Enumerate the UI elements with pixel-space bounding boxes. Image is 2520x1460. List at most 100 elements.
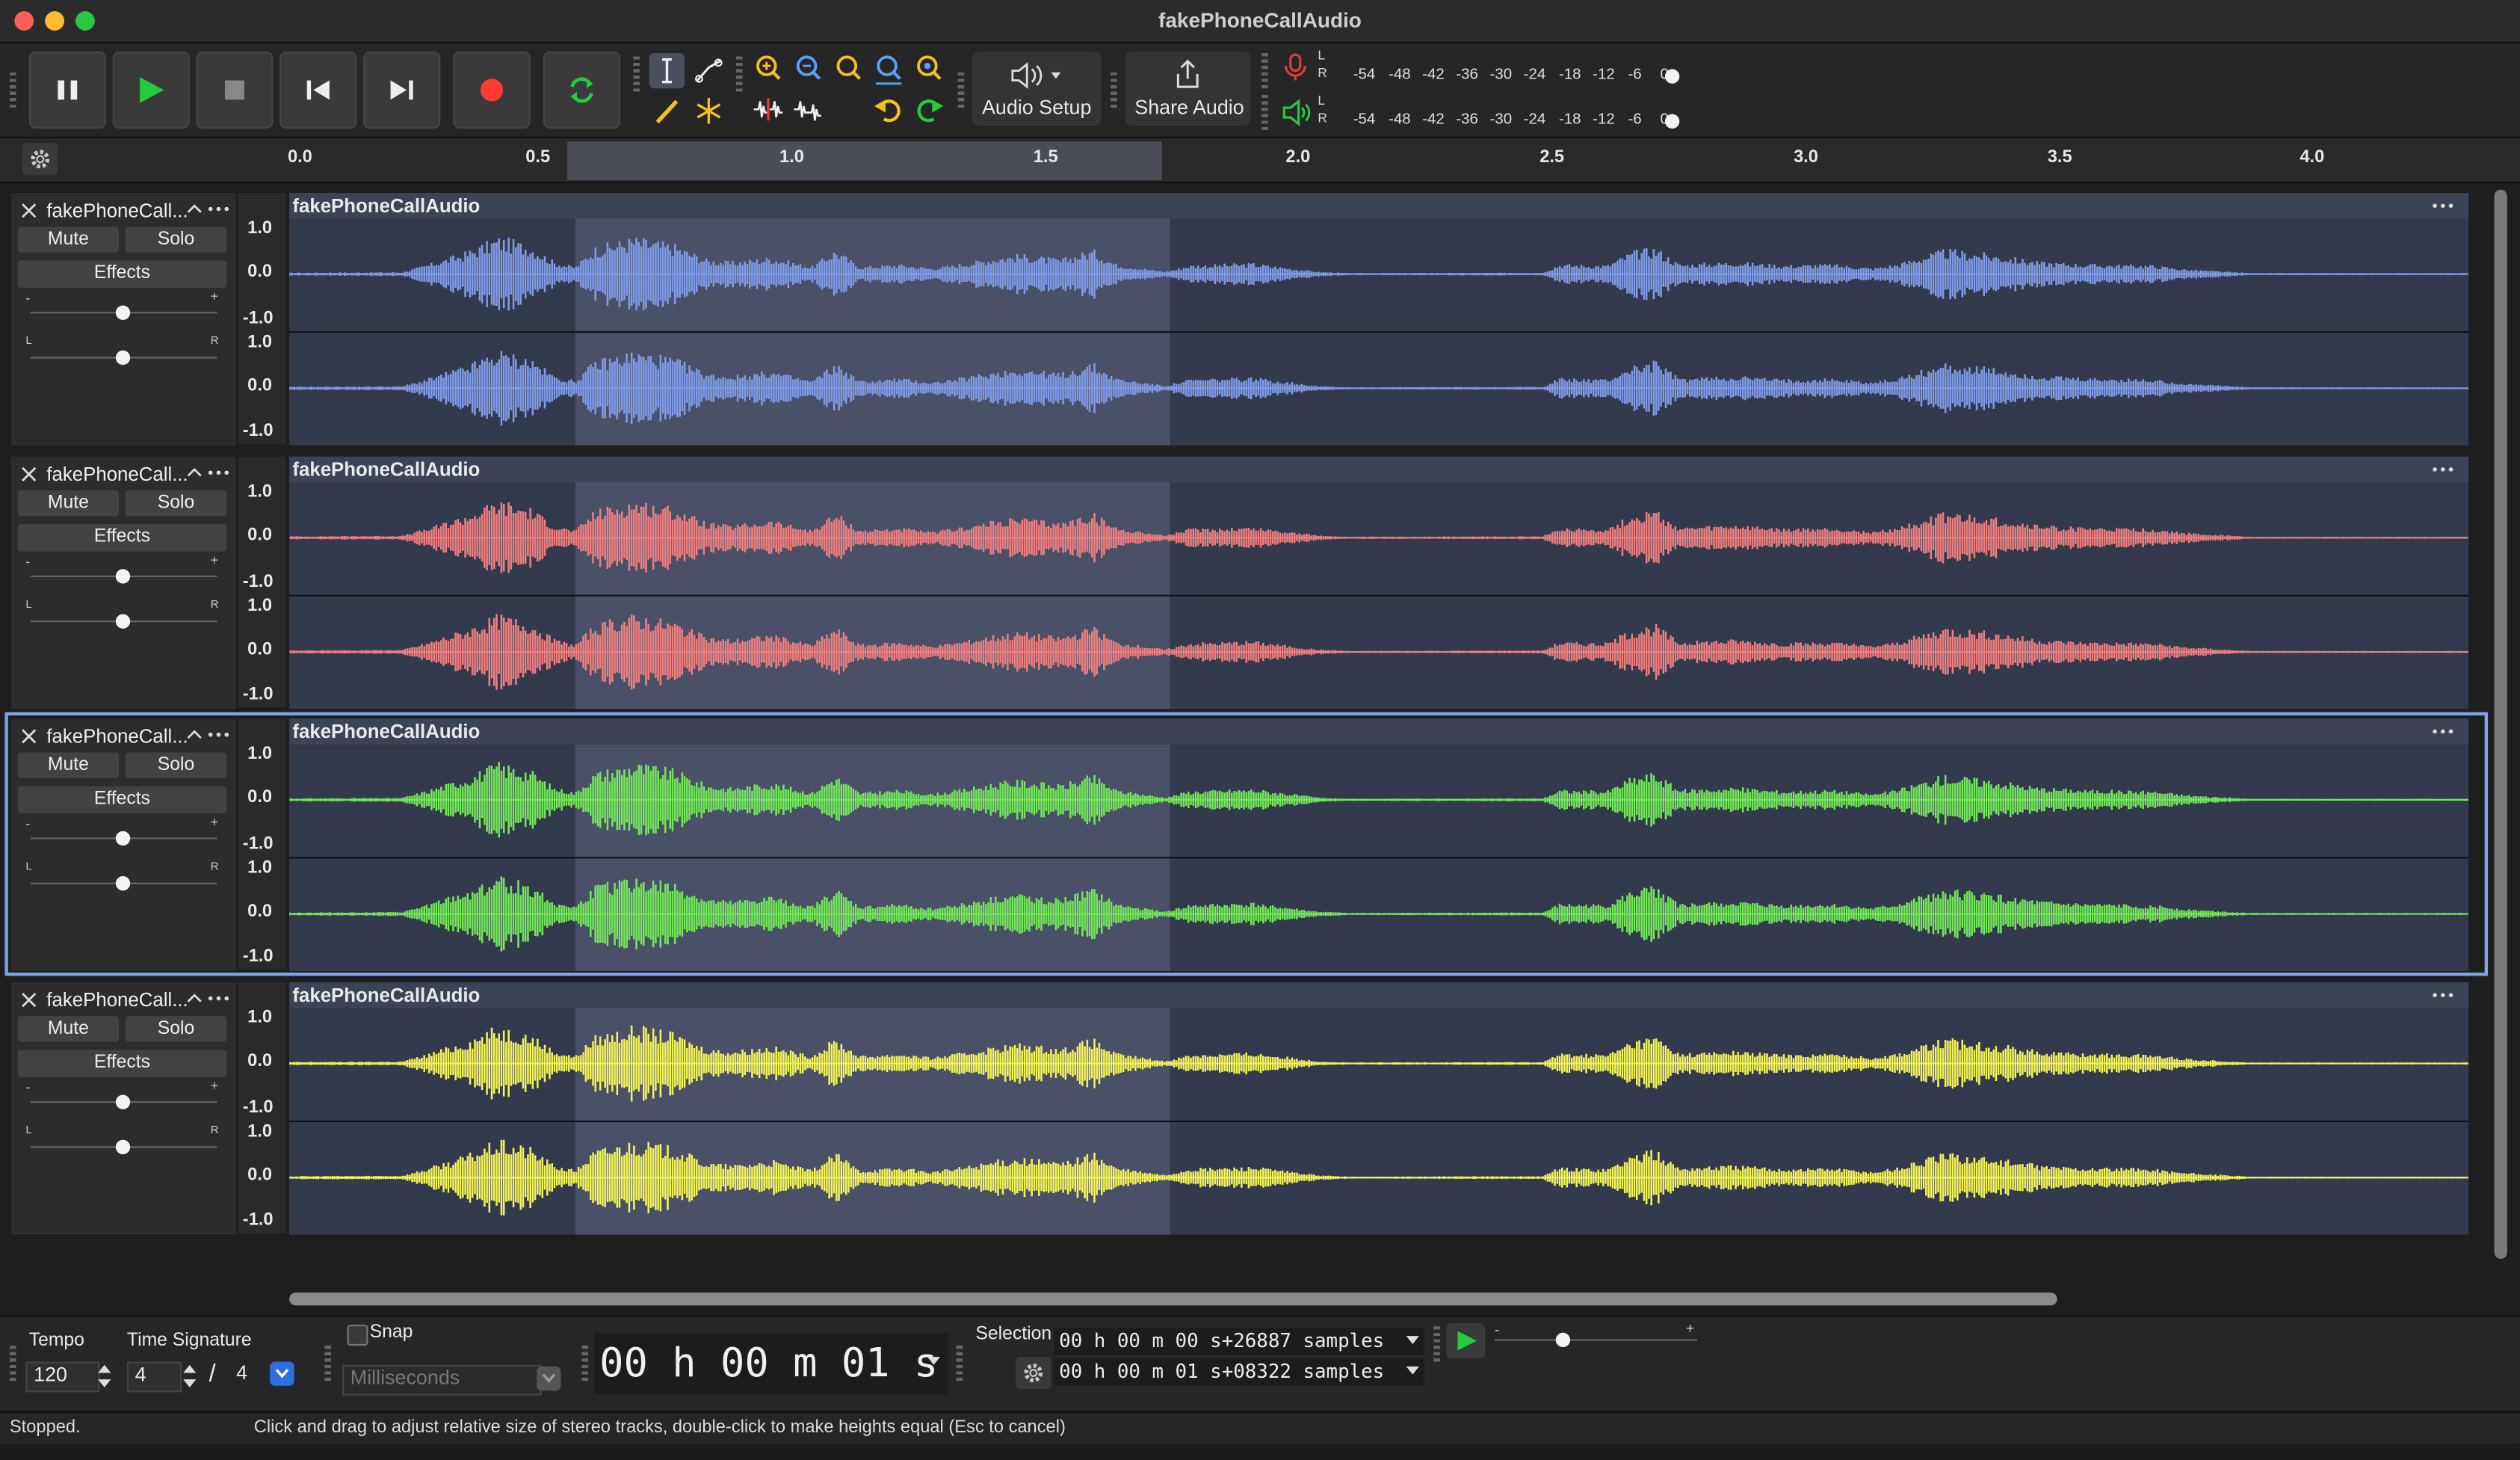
- clip-header[interactable]: fakePhoneCallAudio: [289, 456, 2469, 483]
- close-track-icon[interactable]: [21, 466, 37, 483]
- gain-min-label: -: [25, 816, 31, 831]
- axis-label: 1.0: [247, 218, 273, 238]
- selection-grip[interactable]: [956, 1345, 963, 1382]
- track-name[interactable]: fakePhoneCall...: [46, 200, 188, 222]
- horizontal-scrollbar[interactable]: [289, 1293, 2057, 1306]
- clip-header[interactable]: fakePhoneCallAudio: [289, 718, 2469, 745]
- audio-clip[interactable]: fakePhoneCallAudio: [289, 982, 2469, 1235]
- mute-button[interactable]: Mute: [17, 1016, 120, 1042]
- waveform-right-channel[interactable]: [289, 333, 2469, 443]
- close-track-icon[interactable]: [21, 728, 37, 745]
- solo-button[interactable]: Solo: [125, 227, 227, 253]
- pan-slider-knob[interactable]: [115, 1139, 131, 1155]
- selection-options-button[interactable]: [1016, 1357, 1051, 1390]
- waveform-left-channel[interactable]: [289, 218, 2469, 329]
- track-name[interactable]: fakePhoneCall...: [46, 989, 188, 1011]
- chevron-down-icon[interactable]: [1405, 1365, 1421, 1378]
- track-menu-icon[interactable]: [207, 994, 229, 1003]
- track-control-panel[interactable]: fakePhoneCall... Mute Solo Effects - + L…: [11, 718, 237, 971]
- waveform-right-channel[interactable]: [289, 1122, 2469, 1233]
- pan-slider-knob[interactable]: [115, 614, 131, 629]
- audio-clip[interactable]: fakePhoneCallAudio: [289, 193, 2469, 446]
- selection-end-field[interactable]: 00 h 00 m 01 s+08322 samples: [1054, 1358, 1424, 1386]
- snap-grip[interactable]: [324, 1345, 332, 1382]
- clip-header[interactable]: fakePhoneCallAudio: [289, 982, 2469, 1008]
- pan-left-label: L: [25, 336, 32, 348]
- mute-button[interactable]: Mute: [17, 490, 120, 517]
- chevron-down-icon[interactable]: [1405, 1334, 1421, 1347]
- solo-button[interactable]: Solo: [125, 752, 227, 778]
- effects-button[interactable]: Effects: [17, 524, 227, 552]
- time-grip[interactable]: [581, 1345, 589, 1382]
- gain-slider-knob[interactable]: [115, 831, 131, 846]
- track-menu-icon[interactable]: [207, 204, 229, 214]
- waveform-left-channel[interactable]: [289, 482, 2469, 593]
- track-menu-icon[interactable]: [207, 730, 229, 739]
- audio-track[interactable]: fakePhoneCall... Mute Solo Effects - + L…: [7, 979, 2485, 1236]
- play-at-speed-button[interactable]: [1446, 1322, 1486, 1359]
- solo-button[interactable]: Solo: [125, 1016, 227, 1042]
- track-control-panel[interactable]: fakePhoneCall... Mute Solo Effects - + L…: [11, 193, 237, 446]
- playback-meter[interactable]: -54-48-42-36-30-24-18-12-60: [0, 101, 2520, 136]
- vertical-scrollbar[interactable]: [2494, 189, 2507, 1259]
- selection-start-field[interactable]: 00 h 00 m 00 s+26887 samples: [1054, 1328, 1424, 1355]
- audio-clip[interactable]: fakePhoneCallAudio: [289, 456, 2469, 709]
- track-menu-icon[interactable]: [207, 468, 229, 478]
- track-name[interactable]: fakePhoneCall...: [46, 463, 188, 485]
- time-display[interactable]: 00 h 00 m 01 s: [594, 1332, 948, 1394]
- clip-menu-icon[interactable]: [2432, 464, 2454, 474]
- clip-header[interactable]: fakePhoneCallAudio: [289, 193, 2469, 219]
- play-at-speed-grip[interactable]: [1433, 1326, 1440, 1362]
- effects-button[interactable]: Effects: [17, 260, 227, 288]
- record-meter[interactable]: -54-48-42-36-30-24-18-12-60: [0, 56, 2520, 91]
- collapse-track-icon[interactable]: [186, 466, 203, 479]
- audio-track[interactable]: fakePhoneCall... Mute Solo Effects - + L…: [4, 712, 2488, 976]
- clip-menu-icon[interactable]: [2432, 727, 2454, 736]
- ts-denominator-select[interactable]: 4: [230, 1361, 269, 1389]
- snap-checkbox[interactable]: [347, 1325, 368, 1346]
- tempo-input[interactable]: 120: [25, 1361, 100, 1393]
- meter-level-knob[interactable]: [1664, 69, 1680, 84]
- track-name[interactable]: fakePhoneCall...: [46, 725, 188, 748]
- timeline-ruler[interactable]: [0, 138, 2520, 184]
- ts-numerator-stepper-icon[interactable]: [180, 1360, 200, 1392]
- close-track-icon[interactable]: [21, 992, 37, 1008]
- tempo-grip[interactable]: [9, 1345, 16, 1382]
- audio-clip[interactable]: fakePhoneCallAudio: [289, 718, 2469, 971]
- speed-slider-track[interactable]: [1494, 1339, 1697, 1341]
- gain-slider-knob[interactable]: [115, 305, 131, 320]
- pan-slider-knob[interactable]: [115, 876, 131, 891]
- waveform-left-channel[interactable]: [289, 1008, 2469, 1118]
- pan-left-label: L: [25, 1125, 32, 1137]
- mute-button[interactable]: Mute: [17, 752, 120, 778]
- tempo-stepper-icon[interactable]: [95, 1360, 114, 1392]
- ts-denominator-dropdown[interactable]: [270, 1361, 294, 1386]
- meter-level-knob[interactable]: [1664, 114, 1680, 129]
- track-control-panel[interactable]: fakePhoneCall... Mute Solo Effects - + L…: [11, 982, 237, 1235]
- mute-button[interactable]: Mute: [17, 227, 120, 253]
- clip-menu-icon[interactable]: [2432, 201, 2454, 211]
- timeline-options-button[interactable]: [22, 143, 58, 176]
- effects-button[interactable]: Effects: [17, 1050, 227, 1077]
- audio-track[interactable]: fakePhoneCall... Mute Solo Effects - + L…: [7, 189, 2485, 447]
- solo-button[interactable]: Solo: [125, 490, 227, 517]
- collapse-track-icon[interactable]: [186, 728, 203, 741]
- speed-slider-knob[interactable]: [1555, 1332, 1571, 1348]
- track-control-panel[interactable]: fakePhoneCall... Mute Solo Effects - + L…: [11, 456, 237, 709]
- audio-track[interactable]: fakePhoneCall... Mute Solo Effects - + L…: [7, 453, 2485, 711]
- waveform-right-channel[interactable]: [289, 858, 2469, 969]
- pan-slider-knob[interactable]: [115, 350, 131, 366]
- waveform-right-channel[interactable]: [289, 597, 2469, 707]
- waveform-left-channel[interactable]: [289, 745, 2469, 855]
- effects-button[interactable]: Effects: [17, 786, 227, 814]
- gain-slider-knob[interactable]: [115, 1094, 131, 1109]
- close-track-icon[interactable]: [21, 203, 37, 219]
- collapse-track-icon[interactable]: [186, 203, 203, 215]
- clip-menu-icon[interactable]: [2432, 991, 2454, 1000]
- snap-unit-dropdown[interactable]: [537, 1366, 561, 1391]
- collapse-track-icon[interactable]: [186, 992, 203, 1005]
- gain-slider-knob[interactable]: [115, 569, 131, 584]
- chevron-down-icon[interactable]: [926, 1355, 942, 1368]
- ts-numerator-input[interactable]: 4: [126, 1361, 182, 1393]
- snap-unit-select[interactable]: Milliseconds: [342, 1364, 542, 1396]
